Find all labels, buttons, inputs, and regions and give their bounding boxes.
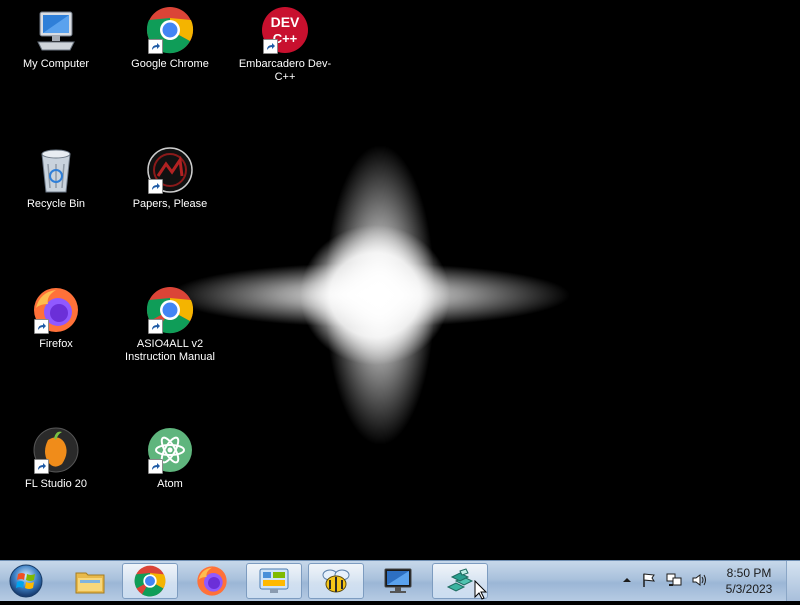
atom-icon	[146, 426, 194, 474]
desktop-icon-label: ASIO4ALL v2 Instruction Manual	[125, 338, 215, 363]
desktop-icon-label: Papers, Please	[132, 198, 208, 210]
network-icon	[666, 573, 682, 586]
shortcut-arrow-icon	[148, 459, 163, 474]
desktop-icon-label: Embarcadero Dev-C++	[238, 58, 332, 83]
firefox-icon	[32, 286, 80, 334]
network-button[interactable]	[665, 571, 683, 589]
desktop[interactable]: My Computer Google Chrome DEV C++ Embarc…	[0, 0, 800, 560]
bee-app-icon	[322, 569, 350, 593]
desktop-icon-atom[interactable]: Atom	[115, 426, 225, 491]
chrome-icon	[146, 6, 194, 54]
taskbar-button-control-panel[interactable]	[246, 563, 302, 599]
desktop-icon-papers-please[interactable]: Papers, Please	[115, 146, 225, 211]
clock-time: 8:50 PM	[726, 566, 772, 580]
wallpaper-starburst	[170, 145, 570, 445]
shortcut-arrow-icon	[34, 319, 49, 334]
papers-please-icon	[146, 146, 194, 194]
show-hidden-icons-button[interactable]	[618, 571, 636, 589]
taskbar-button-chrome[interactable]	[122, 563, 178, 599]
desktop-icon-label: Google Chrome	[131, 58, 209, 70]
taskbar-button-file-explorer[interactable]	[62, 563, 118, 599]
desktop-icon-label: Recycle Bin	[26, 198, 86, 210]
desktop-icon-dev-cpp[interactable]: DEV C++ Embarcadero Dev-C++	[230, 6, 340, 84]
shortcut-arrow-icon	[34, 459, 49, 474]
taskbar-button-blocks-app[interactable]	[432, 563, 488, 599]
volume-icon	[692, 574, 706, 586]
desktop-icon-label: My Computer	[22, 58, 90, 70]
clock[interactable]: 8:50 PM 5/3/2023	[718, 565, 780, 597]
my-computer-icon	[32, 6, 80, 54]
taskbar-button-firefox[interactable]	[184, 563, 240, 599]
svg-text:DEV: DEV	[271, 14, 300, 30]
desktop-icon-recycle-bin[interactable]: Recycle Bin	[1, 146, 111, 211]
blocks-app-icon	[446, 568, 474, 592]
desktop-icon-label: Firefox	[39, 338, 73, 350]
shortcut-arrow-icon	[148, 319, 163, 334]
firefox-icon	[197, 566, 227, 596]
taskbar-button-monitor[interactable]	[370, 563, 426, 599]
desktop-icon-firefox[interactable]: Firefox	[1, 286, 111, 351]
dev-cpp-icon: DEV C++	[261, 6, 309, 54]
show-hidden-icons-arrow	[623, 578, 631, 582]
control-panel-icon	[259, 568, 289, 593]
clock-date: 5/3/2023	[725, 582, 773, 596]
start-button[interactable]	[4, 562, 50, 600]
shortcut-arrow-icon	[148, 39, 163, 54]
chrome-icon	[146, 286, 194, 334]
windows-orb-icon	[9, 564, 43, 598]
recycle-bin-icon	[32, 146, 80, 194]
desktop-icon-google-chrome[interactable]: Google Chrome	[115, 6, 225, 71]
chrome-icon	[134, 565, 166, 597]
desktop-icon-fl-studio[interactable]: FL Studio 20	[1, 426, 111, 491]
taskbar-button-bee-app[interactable]	[308, 563, 364, 599]
fl-studio-icon	[32, 426, 80, 474]
action-center-flag-icon	[643, 573, 656, 587]
desktop-icon-label: FL Studio 20	[25, 478, 87, 490]
shortcut-arrow-icon	[263, 39, 278, 54]
show-desktop-button[interactable]	[786, 561, 800, 601]
desktop-icon-label: Atom	[157, 478, 183, 490]
taskbar: 8:50 PM 5/3/2023	[0, 560, 800, 601]
desktop-icon-my-computer[interactable]: My Computer	[1, 6, 111, 71]
action-center-button[interactable]	[640, 571, 658, 589]
monitor-icon	[384, 568, 412, 593]
volume-button[interactable]	[690, 571, 708, 589]
shortcut-arrow-icon	[148, 179, 163, 194]
file-explorer-icon	[75, 572, 105, 594]
desktop-icon-asio4all-manual[interactable]: ASIO4ALL v2 Instruction Manual	[115, 286, 225, 364]
